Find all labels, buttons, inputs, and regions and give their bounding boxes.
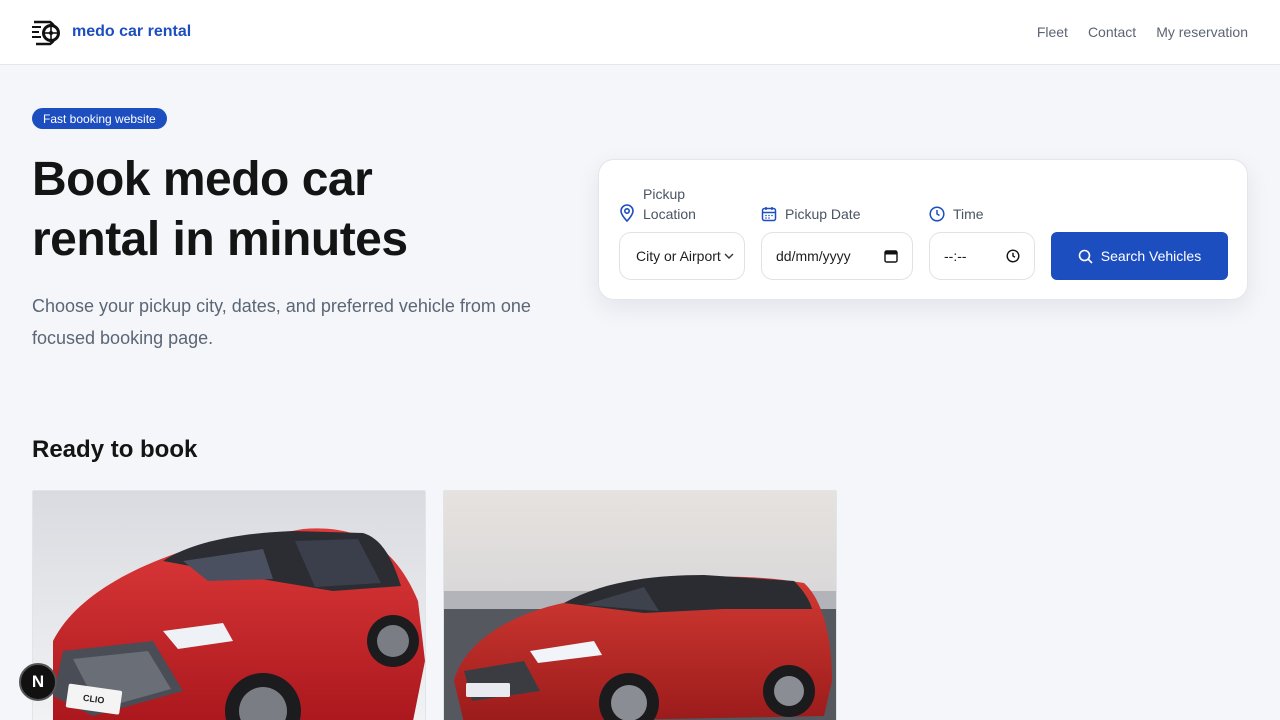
floating-action-button[interactable]: N [19,663,57,701]
section-title: Ready to book [32,436,198,463]
pickup-location-label: Pickup Location [643,186,696,222]
pickup-location-field: Pickup Location [619,184,739,224]
car-image: CLIO [33,491,425,720]
car-card[interactable] [443,490,837,720]
search-vehicles-label: Search Vehicles [1100,248,1202,264]
pickup-date-label: Pickup Date [785,206,861,222]
chevron-down-icon [724,253,734,259]
map-pin-icon [620,204,634,222]
pickup-location-select[interactable]: City or Airport [619,232,745,280]
brand-link[interactable]: medo car rental [32,17,191,47]
pickup-date-value: dd/mm/yyyy [776,248,851,264]
hero-badge: Fast booking website [32,108,167,129]
car-card[interactable]: CLIO [32,490,426,720]
clock-icon [929,206,945,222]
search-vehicles-button[interactable]: Search Vehicles [1051,232,1228,280]
brand-name: medo car rental [72,23,192,40]
hero-title: Book medo car rental in minutes [32,153,408,266]
main-nav: Fleet Contact My reservation [1037,24,1248,40]
site-header: medo car rental Fleet Contact My reserva… [0,0,1280,65]
search-icon [1078,249,1093,264]
nav-fleet[interactable]: Fleet [1037,24,1068,40]
pickup-date-field: Pickup Date [761,204,860,224]
pickup-date-input[interactable]: dd/mm/yyyy [761,232,913,280]
time-picker-icon[interactable] [1006,249,1020,263]
calendar-icon [761,207,777,222]
hero-subtitle: Choose your pickup city, dates, and pref… [32,296,531,348]
nav-my-reservation[interactable]: My reservation [1156,24,1248,40]
pickup-location-value: City or Airport [636,248,721,264]
car-image [444,491,836,720]
pickup-time-label: Time [953,206,984,222]
nav-contact[interactable]: Contact [1088,24,1136,40]
booking-form: Pickup Location City or Airport Pickup D… [598,159,1248,300]
date-picker-icon[interactable] [884,249,898,263]
pickup-time-value: --:-- [944,248,967,264]
pickup-time-input[interactable]: --:-- [929,232,1035,280]
pickup-time-field: Time [929,204,984,224]
car-wheel-logo-icon [32,20,60,46]
